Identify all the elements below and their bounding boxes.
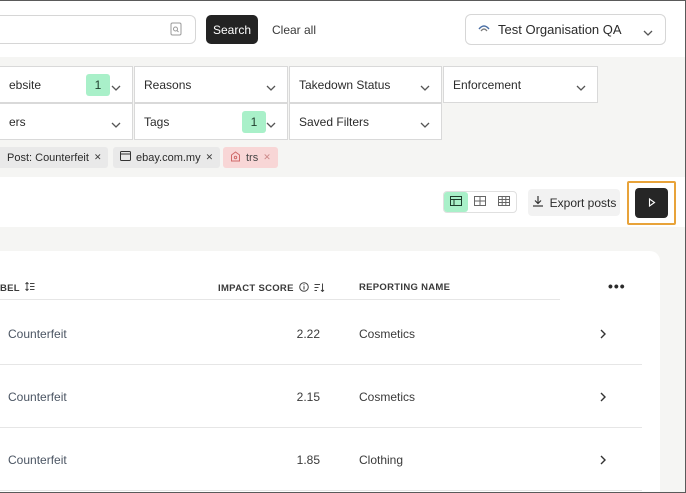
cell-reporting-name: Cosmetics [359,327,416,341]
chip-label: ebay.com.my [136,151,201,164]
filter-users-label: ers [9,114,26,129]
filter-reasons-label: Reasons [144,77,192,92]
clear-all-button[interactable]: Clear all [272,15,316,44]
organisation-label: Test Organisation QA [498,22,622,37]
search-button[interactable]: Search [206,15,258,44]
filter-website-label: ebsite [9,77,42,92]
cell-reporting-name: Cosmetics [359,390,416,404]
filter-takedown-status-label: Takedown Status [299,77,391,92]
play-button[interactable] [635,188,668,218]
chevron-right-icon[interactable] [599,328,607,342]
compact-grid-view-button[interactable] [492,192,516,212]
close-icon[interactable]: ✕ [94,152,102,163]
export-posts-button[interactable]: Export posts [528,189,620,216]
filter-takedown-status[interactable]: Takedown Status [289,66,442,103]
filter-website-count-badge: 1 [86,74,110,96]
chip-label: trs [246,151,259,164]
sort-icon[interactable] [25,281,35,294]
cell-label: Counterfeit [8,327,67,341]
more-options-icon[interactable]: ••• [608,278,626,294]
header-divider [0,299,560,300]
chip-tag-trs[interactable]: trs ✕ [223,147,278,168]
column-header-reporting-name[interactable]: REPORTING NAME [359,282,450,293]
chevron-right-icon[interactable] [599,391,607,405]
chevron-right-icon[interactable] [599,454,607,468]
chip-label: Post: Counterfeit [7,151,89,164]
browser-window-icon [120,151,131,164]
grid-view-button[interactable] [468,192,492,212]
download-icon [532,195,544,210]
table-row[interactable]: Counterfeit 1.85 Clothing [0,429,642,491]
export-posts-label: Export posts [549,195,617,210]
filter-enforcement-label: Enforcement [453,77,522,92]
filter-enforcement[interactable]: Enforcement [443,66,598,103]
chevron-down-icon [266,81,276,95]
view-toggle [443,191,517,213]
column-header-label[interactable]: BEL [0,281,35,294]
chevron-down-icon [420,118,430,132]
play-icon [648,196,656,210]
organisation-select[interactable]: Test Organisation QA [465,14,666,45]
filter-website[interactable]: ebsite [0,66,133,103]
grid-view-icon [474,195,486,209]
column-header-label-text: BEL [0,282,20,294]
chevron-down-icon [643,25,653,40]
chevron-down-icon [266,118,276,132]
cell-impact-score: 2.15 [296,390,320,404]
cell-label: Counterfeit [8,390,67,404]
cell-impact-score: 2.22 [296,327,320,341]
column-header-impact-score-text: IMPACT SCORE [218,283,294,294]
close-icon[interactable]: ✕ [206,152,214,163]
chevron-down-icon [111,118,121,132]
tag-icon [230,150,241,165]
table-view-icon [450,195,462,209]
filter-saved-filters-label: Saved Filters [299,114,370,129]
close-icon[interactable]: ✕ [263,152,271,163]
chevron-down-icon [420,81,430,95]
cell-label: Counterfeit [8,453,67,467]
chip-post-counterfeit[interactable]: Post: Counterfeit ✕ [0,147,109,168]
chevron-down-icon [111,81,121,95]
filter-users[interactable]: ers [0,103,133,140]
search-input[interactable] [0,15,196,44]
info-icon[interactable] [298,282,309,295]
table-row[interactable]: Counterfeit 2.22 Cosmetics [0,303,642,365]
column-header-impact-score[interactable]: IMPACT SCORE [218,282,325,295]
cell-reporting-name: Clothing [359,453,404,467]
table-view-button[interactable] [444,192,468,212]
image-search-icon[interactable] [170,22,182,36]
filter-saved-filters[interactable]: Saved Filters [289,103,442,140]
table-row[interactable]: Counterfeit 2.15 Cosmetics [0,366,642,428]
chip-ebay[interactable]: ebay.com.my ✕ [113,147,221,168]
filter-tags-count-badge: 1 [242,111,266,133]
chevron-down-icon [576,81,586,95]
filter-tags-label: Tags [144,114,170,129]
column-header-reporting-name-text: REPORTING NAME [359,282,451,293]
compact-grid-icon [498,195,510,209]
sort-descending-icon[interactable] [314,283,325,295]
filter-reasons[interactable]: Reasons [134,66,288,103]
cell-impact-score: 1.85 [296,453,320,467]
organisation-logo-icon [478,22,490,37]
